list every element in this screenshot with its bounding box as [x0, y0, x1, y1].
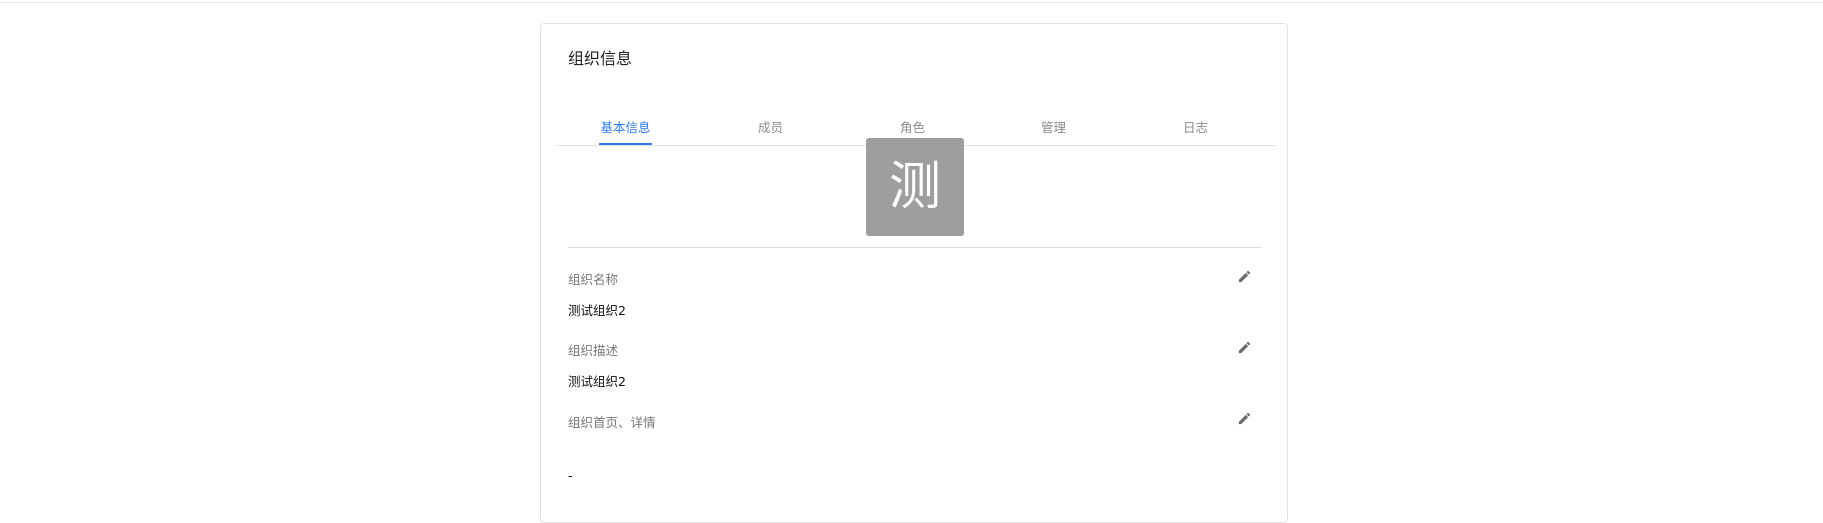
tab-basic-info[interactable]: 基本信息 — [555, 114, 696, 145]
tab-label: 管理 — [1040, 120, 1066, 135]
organization-info-card: 组织信息 基本信息 成员 角色 管理 日志 测 组织名称 测试组织2 组织描述 … — [540, 23, 1288, 523]
pencil-icon — [1238, 412, 1250, 424]
field-value-org-name: 测试组织2 — [568, 303, 626, 318]
card-title: 组织信息 — [568, 49, 633, 68]
tab-label: 日志 — [1182, 120, 1208, 135]
edit-org-name-button[interactable] — [1234, 266, 1254, 286]
tab-label: 成员 — [757, 120, 783, 135]
edit-org-homepage-button[interactable] — [1234, 408, 1254, 428]
tab-management[interactable]: 管理 — [983, 114, 1124, 142]
field-label-org-homepage: 组织首页、详情 — [568, 415, 656, 430]
tab-label: 基本信息 — [599, 114, 652, 145]
pencil-icon — [1238, 270, 1250, 282]
section-divider — [568, 247, 1262, 248]
top-border-line — [0, 2, 1823, 3]
edit-org-description-button[interactable] — [1234, 337, 1254, 357]
organization-avatar[interactable]: 测 — [866, 138, 964, 236]
field-label-org-name: 组织名称 — [568, 272, 619, 287]
pencil-icon — [1238, 341, 1250, 353]
field-value-org-description: 测试组织2 — [568, 374, 626, 389]
field-value-org-homepage: - — [568, 468, 573, 483]
field-label-org-description: 组织描述 — [568, 343, 619, 358]
tab-members[interactable]: 成员 — [700, 114, 841, 142]
tab-logs[interactable]: 日志 — [1125, 114, 1266, 142]
